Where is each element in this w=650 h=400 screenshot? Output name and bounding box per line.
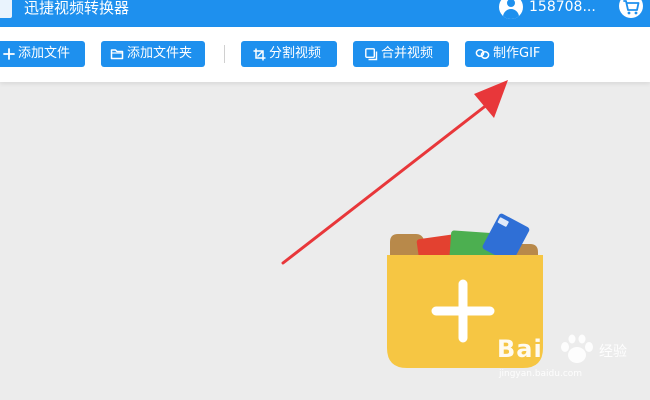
make-gif-label: 制作GIF [493, 46, 541, 61]
add-folder-label: 添加文件夹 [127, 46, 193, 61]
annotation-arrow [281, 80, 508, 265]
split-video-label: 分割视频 [269, 46, 322, 61]
split-video-button[interactable]: 分割视频 [241, 41, 337, 67]
baidu-watermark: Bai 经验 jingyan.baidu.com [497, 327, 627, 387]
folder-icon [110, 49, 124, 60]
link-icon [475, 49, 490, 59]
watermark-url: jingyan.baidu.com [499, 369, 583, 379]
add-file-button[interactable]: 添加文件 [0, 41, 85, 67]
watermark-suffix: 经验 [599, 344, 627, 360]
paw-icon [561, 334, 593, 363]
app-logo-icon [0, 0, 12, 18]
cart-icon[interactable] [619, 0, 643, 18]
title-bar: 迅捷视频转换器 158708... [0, 0, 650, 27]
user-avatar-icon[interactable] [499, 0, 523, 19]
crop-icon [253, 48, 266, 60]
merge-icon [365, 47, 378, 60]
add-file-label: 添加文件 [18, 46, 71, 61]
app-title: 迅捷视频转换器 [24, 0, 130, 17]
add-folder-button[interactable]: 添加文件夹 [101, 41, 205, 67]
toolbar-divider [224, 45, 225, 63]
merge-video-button[interactable]: 合并视频 [353, 41, 449, 67]
user-name[interactable]: 158708... [529, 0, 596, 16]
make-gif-button[interactable]: 制作GIF [465, 41, 554, 67]
plus-icon [3, 48, 15, 60]
merge-video-label: 合并视频 [381, 46, 434, 61]
watermark-brand: Bai [497, 335, 543, 363]
